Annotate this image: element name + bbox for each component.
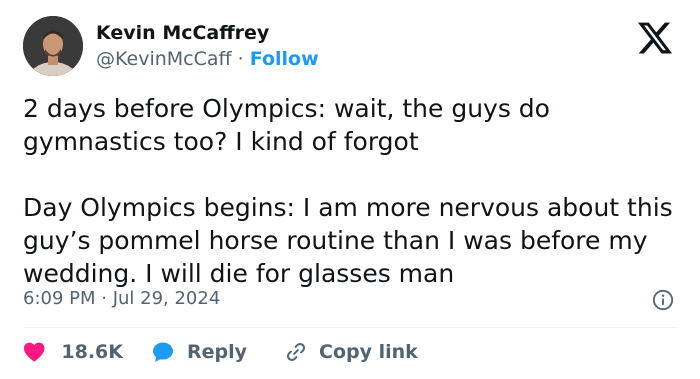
heart-icon: [23, 342, 45, 362]
copy-link-label: Copy link: [319, 341, 418, 363]
divider: [23, 327, 677, 328]
like-count: 18.6K: [61, 341, 123, 363]
reply-bubble-icon: [153, 342, 173, 362]
reply-label: Reply: [187, 341, 248, 363]
avatar-photo: [23, 16, 83, 76]
follow-button[interactable]: Follow: [250, 48, 319, 70]
author-handle[interactable]: @KevinMcCaff: [96, 48, 232, 70]
action-bar: 18.6K Reply Copy link: [23, 337, 418, 367]
tweet-card: Kevin McCaffrey @KevinMcCaff · Follow 2 …: [0, 0, 700, 379]
author-name[interactable]: Kevin McCaffrey: [96, 22, 269, 44]
tweet-paragraph: Day Olympics begins: I am more nervous a…: [23, 193, 673, 288]
reply-button[interactable]: Reply: [151, 340, 247, 364]
link-icon: [287, 342, 306, 362]
info-icon[interactable]: [652, 289, 674, 311]
author-handle-row: @KevinMcCaff · Follow: [96, 48, 319, 70]
tweet-text: 2 days before Olympics: wait, the guys d…: [23, 92, 683, 290]
copy-link-button[interactable]: Copy link: [285, 341, 418, 363]
tweet-paragraph: 2 days before Olympics: wait, the guys d…: [23, 94, 550, 156]
like-button[interactable]: 18.6K: [23, 341, 123, 363]
x-logo-icon[interactable]: [636, 19, 674, 57]
avatar[interactable]: [23, 16, 83, 76]
separator-dot: ·: [237, 48, 244, 70]
tweet-timestamp[interactable]: 6:09 PM · Jul 29, 2024: [23, 288, 220, 309]
